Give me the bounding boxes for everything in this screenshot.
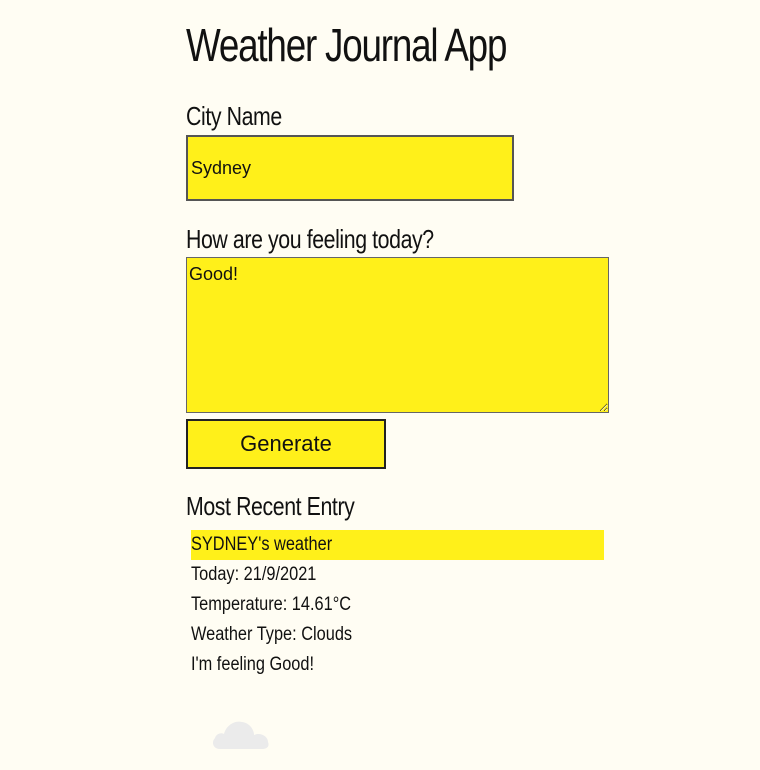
most-recent-entry-heading: Most Recent Entry [186, 491, 355, 521]
entry-temperature-text: Temperature: 14.61°C [191, 594, 352, 615]
entry-date-text: Today: 21/9/2021 [191, 564, 317, 585]
entry-city-text: SYDNEY's weather [191, 534, 333, 555]
recent-entry-panel: SYDNEY's weather Today: 21/9/2021 Temper… [191, 530, 604, 680]
weather-journal-page: Weather Journal App City Name How are yo… [0, 0, 760, 770]
generate-button[interactable]: Generate [186, 419, 386, 469]
entry-feeling: I'm feeling Good! [191, 650, 604, 680]
page-title: Weather Journal App [186, 19, 507, 71]
feeling-label: How are you feeling today? [186, 224, 434, 254]
entry-weather-type: Weather Type: Clouds [191, 620, 604, 650]
entry-city: SYDNEY's weather [191, 530, 604, 560]
feeling-textarea[interactable]: Good! [186, 257, 609, 413]
entry-temperature: Temperature: 14.61°C [191, 590, 604, 620]
city-name-label: City Name [186, 101, 282, 131]
entry-date: Today: 21/9/2021 [191, 560, 604, 590]
entry-feeling-text: I'm feeling Good! [191, 654, 315, 675]
entry-weather-type-text: Weather Type: Clouds [191, 624, 353, 645]
city-name-input[interactable] [186, 135, 514, 201]
cloud-icon [212, 721, 269, 749]
